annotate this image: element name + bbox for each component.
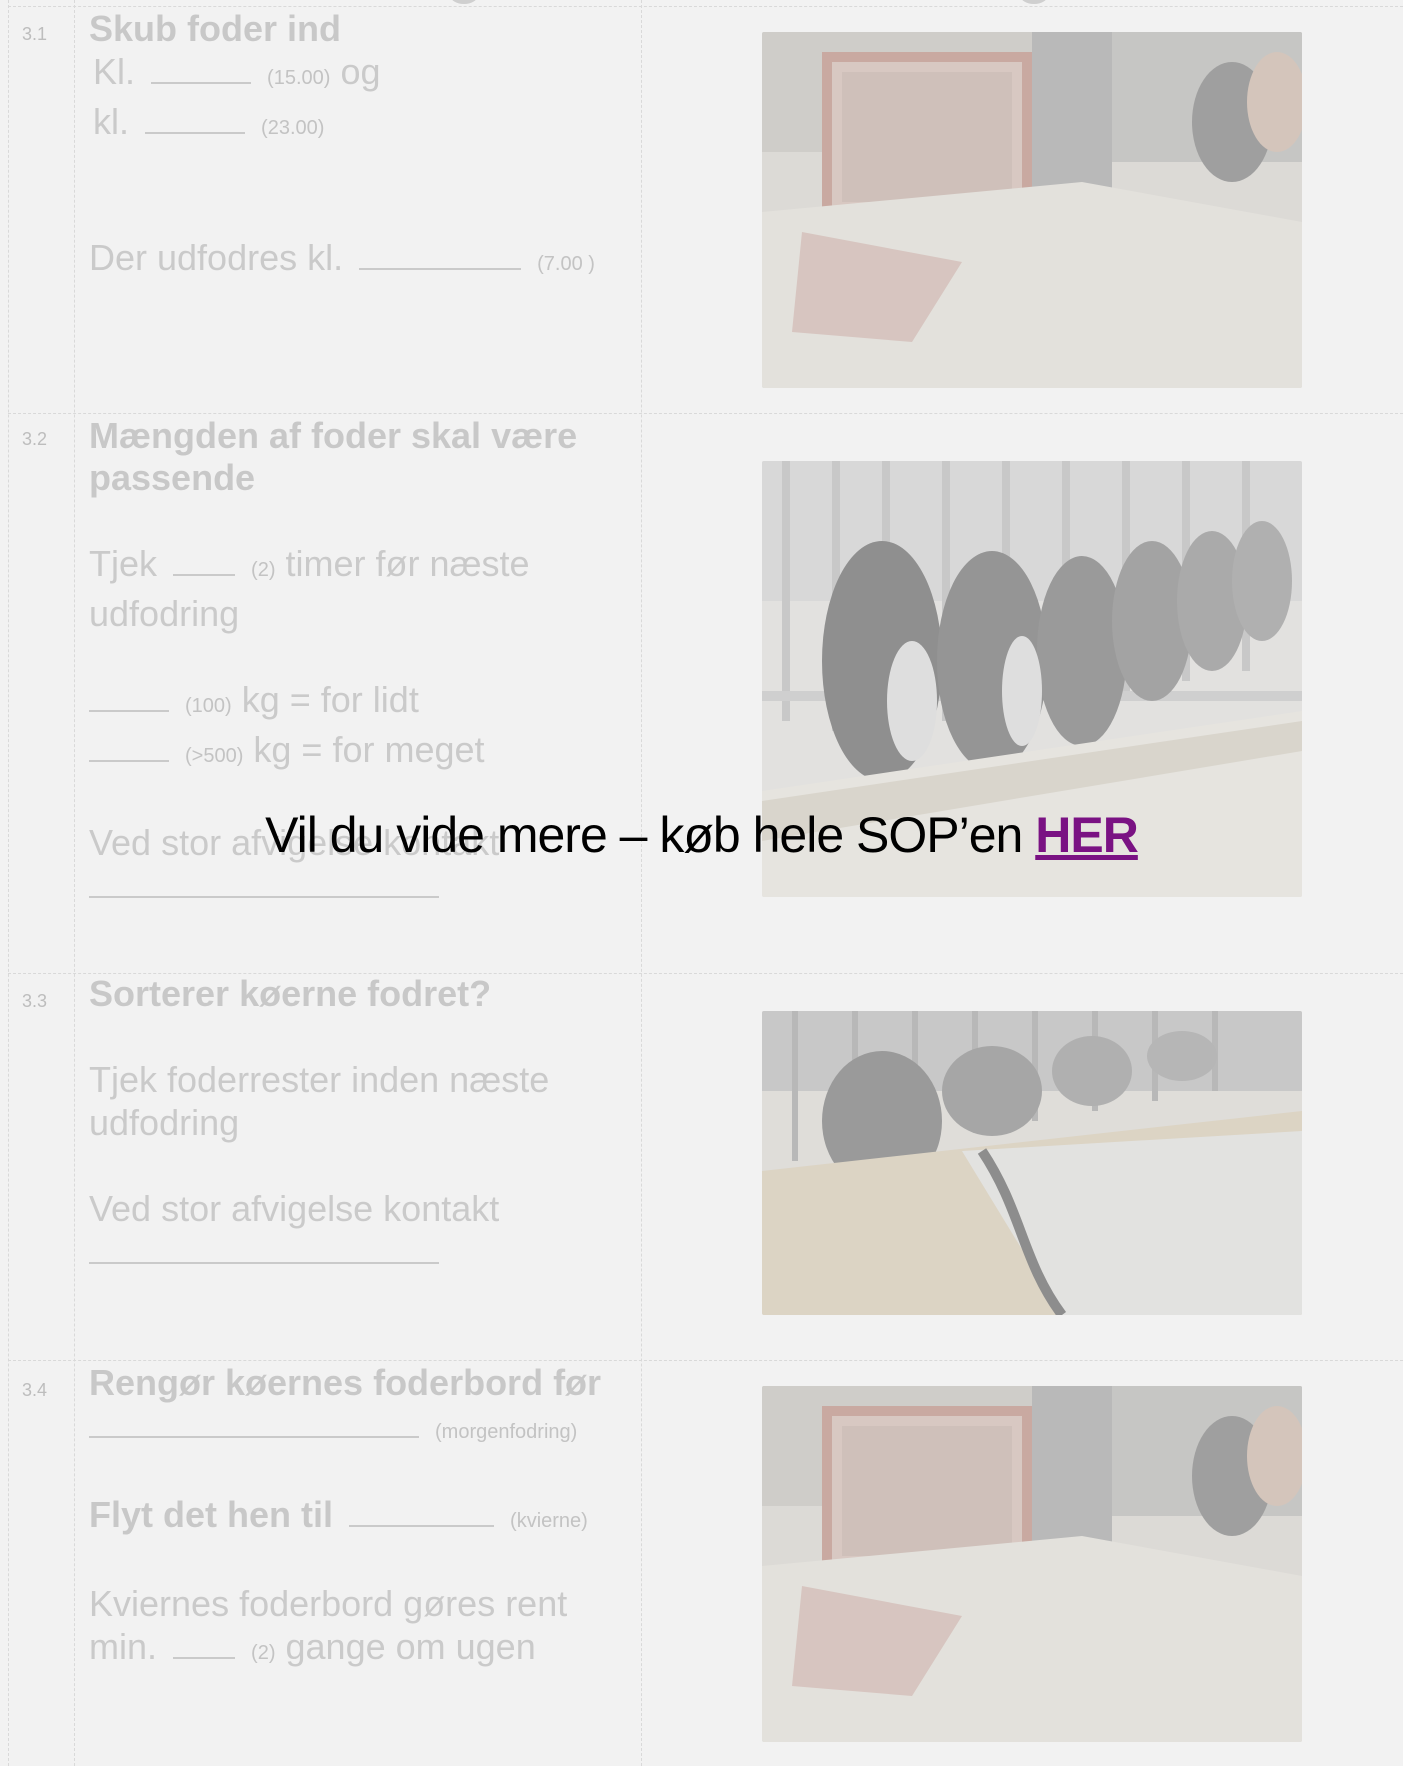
step-title: Mængden af foder skal være passende xyxy=(89,415,578,498)
purchase-overlay: Vil du vide mere – køb hele SOP’en HER xyxy=(0,805,1403,865)
photo-feed-alley xyxy=(762,1011,1302,1315)
blank-field xyxy=(173,1627,236,1659)
buy-link[interactable]: HER xyxy=(1035,807,1139,863)
contact-blank-line xyxy=(89,1230,629,1273)
blank-field xyxy=(173,544,236,576)
too-much-line: (>500) kg = for meget xyxy=(89,728,629,778)
step-number: 3.2 xyxy=(22,429,48,449)
feeding-time-line: Der udfodres kl. (7.00 ) xyxy=(89,237,595,278)
table-row-divider xyxy=(8,413,1403,414)
hint-text: (15.00) xyxy=(267,67,331,89)
step-content: Rengør køernes foderbord før (morgenfodr… xyxy=(89,1362,629,1675)
hint-text: (2) xyxy=(251,559,276,581)
check-line: Tjek foderrester inden næste udfodring xyxy=(89,1059,550,1143)
table-row-divider xyxy=(8,1360,1403,1361)
sop-document: 3.1 Skub foder ind Kl. (15.00) og kl. (2… xyxy=(0,0,1403,1766)
hint-text: (7.00 ) xyxy=(537,253,595,275)
photo-feed-pusher xyxy=(762,1386,1302,1742)
table-border-left xyxy=(8,0,9,1766)
hint-text: (2) xyxy=(251,1642,276,1664)
step-number: 3.4 xyxy=(22,1380,48,1400)
cropped-heading-fragment xyxy=(300,0,1100,4)
step-title: Skub foder ind xyxy=(89,8,341,49)
before-blank-line: (morgenfodring) xyxy=(89,1404,629,1454)
blank-field xyxy=(349,1495,495,1527)
time-line-1: Kl. (15.00) og xyxy=(93,51,381,92)
step-title: Sorterer køerne fodret? xyxy=(89,973,492,1014)
blank-field xyxy=(89,730,169,762)
blank-field xyxy=(151,52,252,84)
table-row-divider xyxy=(8,6,1403,7)
step-number: 3.3 xyxy=(22,991,48,1011)
move-line: Flyt det hen til (kvierne) xyxy=(89,1494,588,1535)
blank-field xyxy=(89,680,169,712)
clean-line-2: min. (2) gange om ugen xyxy=(89,1626,536,1667)
step-content: Sorterer køerne fodret? Tjek foderrester… xyxy=(89,973,629,1273)
table-divider-number-column xyxy=(74,0,75,1766)
hint-text: (100) xyxy=(185,695,232,717)
check-line: Tjek (2) timer før næste udfodring xyxy=(89,543,530,634)
table-divider-image-column xyxy=(641,0,642,1766)
blank-field xyxy=(89,1232,439,1264)
step-content: Skub foder ind Kl. (15.00) og kl. (23.00… xyxy=(89,8,629,286)
hint-text: (>500) xyxy=(185,745,244,767)
blank-field xyxy=(359,238,522,270)
time-line-2: kl. (23.00) xyxy=(93,101,325,142)
hint-text: (23.00) xyxy=(261,117,325,139)
blank-field xyxy=(145,102,246,134)
blank-field xyxy=(89,1406,419,1438)
blank-field xyxy=(89,866,439,898)
overlay-message: Vil du vide mere – køb hele SOP’en xyxy=(265,807,1023,863)
clean-line-1: Kviernes foderbord gøres rent xyxy=(89,1583,568,1624)
hint-text: (kvierne) xyxy=(510,1510,588,1532)
step-title: Rengør køernes foderbord før xyxy=(89,1362,602,1403)
too-little-line: (100) kg = for lidt xyxy=(89,678,629,728)
contact-line: Ved stor afvigelse kontakt xyxy=(89,1188,500,1229)
hint-text: (morgenfodring) xyxy=(435,1421,578,1443)
contact-blank-line xyxy=(89,864,629,907)
photo-feed-pusher xyxy=(762,32,1302,388)
step-number: 3.1 xyxy=(22,24,48,44)
